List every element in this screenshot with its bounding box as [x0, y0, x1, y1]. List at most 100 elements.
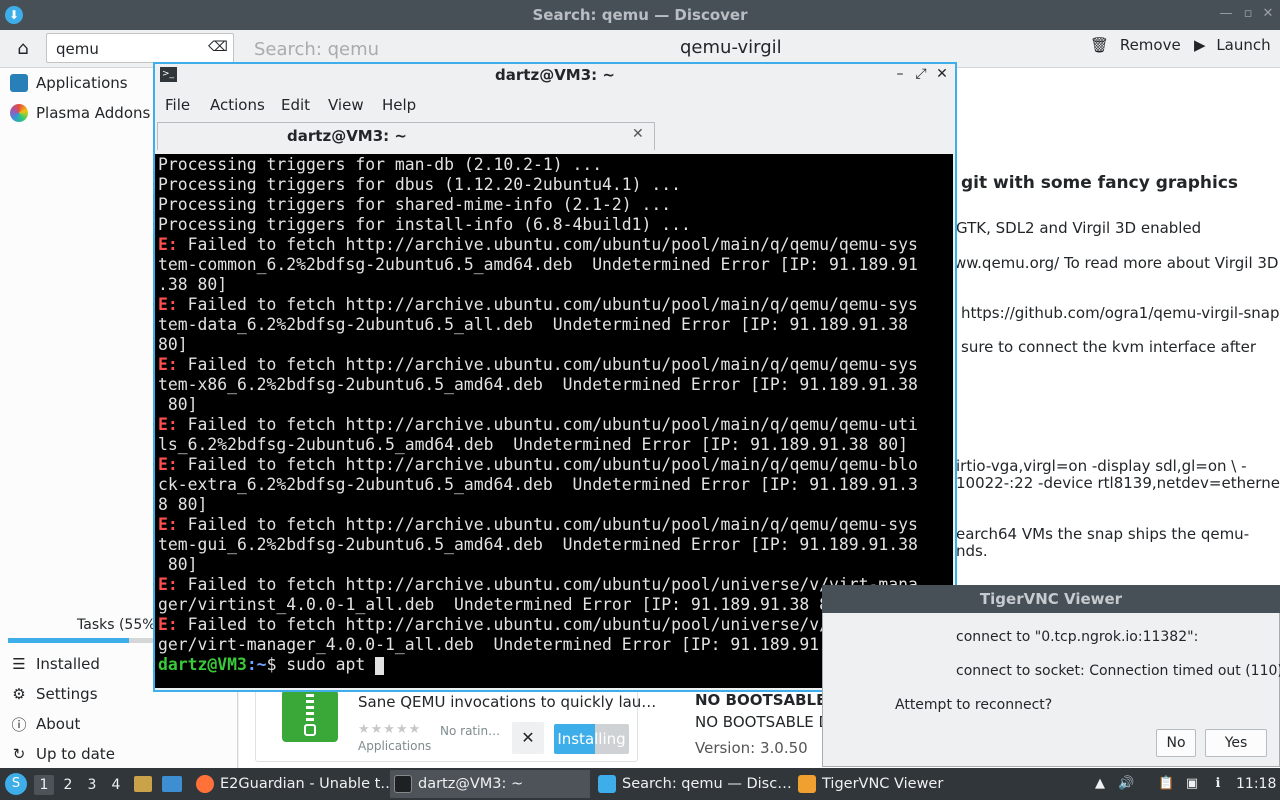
error-prefix: E: — [158, 615, 178, 634]
card-title[interactable]: Sane QEMU invocations to quickly lau… — [358, 693, 656, 711]
menu-help[interactable]: Help — [382, 96, 416, 114]
terminal-text: 80] — [158, 555, 198, 574]
menu-file[interactable]: File — [165, 96, 190, 114]
clock[interactable]: 11:18 — [1236, 776, 1276, 792]
terminal-line: ls_6.2%2bdfsg-2ubuntu6.5_amd64.deb Undet… — [158, 435, 950, 455]
home-button[interactable]: ⌂ — [4, 33, 42, 65]
terminal-line: E: Failed to fetch http://archive.ubuntu… — [158, 235, 950, 255]
task-e2guardian[interactable]: E2Guardian - Unable t… — [192, 770, 395, 798]
nobootable-version: Version: 3.0.50 — [695, 739, 808, 757]
desktop-3[interactable]: 3 — [82, 775, 102, 795]
sidebar-item-label: Plasma Addons — [36, 104, 151, 122]
error-prefix: E: — [158, 575, 178, 594]
sidebar-search-input[interactable]: qemu — [46, 33, 234, 63]
konsole-title: dartz@VM3: ~ — [495, 66, 615, 84]
menu-view[interactable]: View — [328, 96, 364, 114]
prompt-user: dartz@VM3 — [158, 655, 247, 674]
tab-close-icon[interactable]: ✕ — [632, 126, 644, 142]
task-label: E2Guardian - Unable t… — [220, 776, 395, 792]
error-prefix: E: — [158, 295, 178, 314]
maximize-icon[interactable]: ▫ — [1240, 6, 1256, 22]
task-tigervnc[interactable]: TigerVNC Viewer — [794, 770, 943, 798]
description-line: irtio-vga,virgl=on -display sdl,gl=on \ … — [956, 457, 1247, 475]
tasks-label: Tasks (55%) — [77, 617, 161, 633]
app-title: qemu-virgil — [680, 37, 782, 58]
desktop-2[interactable]: 2 — [58, 775, 78, 795]
minimize-icon[interactable]: — — [1218, 6, 1234, 22]
sidebar-item-plasma-addons[interactable]: Plasma Addons — [10, 99, 150, 127]
terminal-cursor — [375, 656, 385, 675]
file-manager-icon[interactable] — [134, 776, 152, 792]
no-button[interactable]: No — [1156, 729, 1196, 757]
prompt-command: $ sudo apt — [266, 655, 376, 674]
vnc-question: Attempt to reconnect? — [895, 697, 1053, 713]
home-icon: ⌂ — [17, 38, 29, 59]
tray-expand-icon[interactable]: ▲ — [1092, 776, 1108, 792]
terminal-text: ck-extra_6.2%2bdfsg-2ubuntu6.5_amd64.deb… — [158, 475, 918, 494]
terminal-text: Processing triggers for install-info (6.… — [158, 215, 691, 234]
terminal-text: Processing triggers for man-db (2.10.2-1… — [158, 155, 603, 174]
maximize-icon[interactable]: ⤢ — [912, 66, 930, 82]
sidebar-item-label: About — [36, 715, 81, 733]
menu-edit[interactable]: Edit — [281, 96, 310, 114]
sidebar-item-settings[interactable]: ⚙ Settings — [10, 680, 98, 708]
tab-label: dartz@VM3: ~ — [287, 127, 407, 145]
konsole-icon — [394, 775, 412, 793]
terminal-line: 8 80] — [158, 495, 950, 515]
sidebar-item-applications[interactable]: Applications — [10, 69, 128, 97]
terminal-line: E: Failed to fetch http://archive.ubuntu… — [158, 455, 950, 475]
terminal-text: Failed to fetch http://archive.ubuntu.co… — [177, 455, 918, 474]
tigervnc-title: TigerVNC Viewer — [979, 590, 1123, 608]
error-prefix: E: — [158, 515, 178, 534]
launch-button[interactable]: ▶ Launch — [1194, 36, 1271, 62]
description-link[interactable]: https://github.com/ogra1/qemu-virgil-sna… — [961, 304, 1280, 322]
installing-progress-button[interactable]: Installing — [554, 724, 629, 754]
minimize-icon[interactable]: – — [891, 66, 909, 82]
close-icon[interactable]: ✕ — [1260, 6, 1276, 22]
launch-label: Launch — [1216, 36, 1271, 54]
app-launcher-icon[interactable]: S — [5, 773, 27, 795]
show-desktop-icon[interactable] — [162, 776, 182, 792]
yes-button[interactable]: Yes — [1205, 729, 1267, 757]
terminal-text: .38 80] — [158, 275, 228, 294]
terminal-line: E: Failed to fetch http://archive.ubuntu… — [158, 355, 950, 375]
terminal-line: tem-x86_6.2%2bdfsg-2ubuntu6.5_amd64.deb … — [158, 375, 950, 395]
main-search-input[interactable]: Search: qemu — [244, 34, 660, 64]
sidebar-item-label: Applications — [36, 74, 128, 92]
error-prefix: E: — [158, 455, 178, 474]
terminal-line: tem-data_6.2%2bdfsg-2ubuntu6.5_all.deb U… — [158, 315, 950, 335]
remove-button[interactable]: 🗑 Remove — [1090, 36, 1181, 62]
terminal-text: Failed to fetch http://archive.ubuntu.co… — [177, 235, 918, 254]
terminal-text: tem-gui_6.2%2bdfsg-2ubuntu6.5_amd64.deb … — [158, 535, 918, 554]
desktop-4[interactable]: 4 — [106, 775, 126, 795]
error-prefix: E: — [158, 235, 178, 254]
terminal-text: Processing triggers for shared-mime-info… — [158, 195, 672, 214]
clear-search-icon[interactable]: ⌫ — [208, 39, 228, 57]
menu-actions[interactable]: Actions — [210, 96, 265, 114]
task-konsole[interactable]: dartz@VM3: ~ — [390, 770, 590, 798]
task-discover[interactable]: Search: qemu — Disc… — [594, 770, 792, 798]
terminal-text: 8 80] — [158, 495, 208, 514]
sidebar-item-up-to-date[interactable]: ↻ Up to date — [10, 740, 115, 768]
desktop-1[interactable]: 1 — [34, 775, 54, 795]
sidebar-item-label: Settings — [36, 685, 98, 703]
card-category: Applications — [358, 739, 432, 753]
close-icon[interactable]: ✕ — [933, 66, 951, 82]
sidebar-item-about[interactable]: ⓘ About — [10, 710, 80, 738]
discover-icon — [598, 775, 616, 793]
clipboard-icon[interactable]: 📋 — [1158, 776, 1174, 792]
volume-icon[interactable]: 🔊 — [1118, 776, 1134, 792]
terminal-text: Failed to fetch http://archive.ubuntu.co… — [177, 295, 918, 314]
remove-label: Remove — [1119, 36, 1181, 54]
cancel-install-button[interactable]: ✕ — [512, 722, 544, 754]
terminal-text: Failed to fetch http://archive.ubuntu.co… — [177, 415, 918, 434]
play-icon: ▶ — [1194, 36, 1206, 54]
sidebar-item-installed[interactable]: ☰ Installed — [10, 650, 100, 678]
tigervnc-icon — [798, 775, 816, 793]
terminal-text: Failed to fetch http://archive.ubuntu.co… — [177, 615, 918, 634]
network-icon[interactable]: ▣ — [1184, 776, 1200, 792]
notifications-icon[interactable]: ℹ — [1210, 776, 1226, 792]
terminal-line: 80] — [158, 335, 950, 355]
list-icon: ☰ — [12, 655, 26, 673]
prompt-path: :~ — [246, 655, 267, 674]
